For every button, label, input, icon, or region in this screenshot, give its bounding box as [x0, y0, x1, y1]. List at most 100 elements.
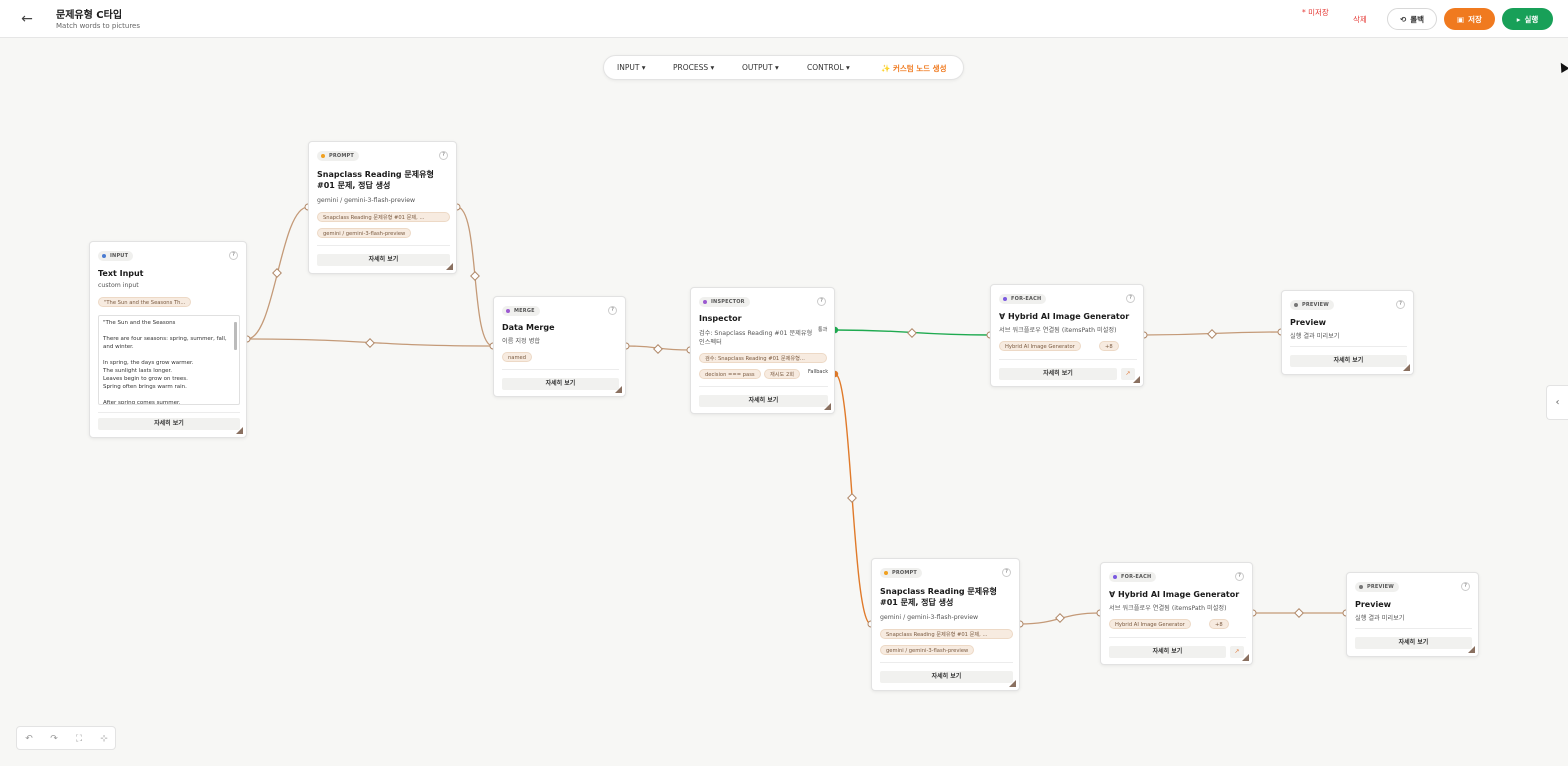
- node-subtitle: 실행 결과 미리보기: [1355, 615, 1405, 622]
- subworkflow-chip: Hybrid AI Image Generator: [1109, 619, 1191, 629]
- mouse-cursor-icon: ▲: [1555, 57, 1568, 75]
- resize-handle-icon[interactable]: [1468, 646, 1475, 653]
- unsaved-indicator: * 미저장: [1302, 8, 1329, 17]
- play-icon: ▸: [1516, 14, 1521, 24]
- node-text-input[interactable]: INPUT ? Text Input custom input "The Sun…: [89, 241, 247, 438]
- edge-diamond: [365, 338, 375, 348]
- view-details-button[interactable]: 자세히 보기: [880, 671, 1013, 683]
- view-details-button[interactable]: 자세히 보기: [1109, 646, 1226, 658]
- view-details-button[interactable]: 자세히 보기: [98, 418, 240, 430]
- resize-handle-icon[interactable]: [1242, 654, 1249, 661]
- view-details-button[interactable]: 자세히 보기: [699, 395, 828, 407]
- redo-icon[interactable]: ↷: [47, 732, 61, 746]
- delete-button[interactable]: 삭제: [1353, 14, 1367, 25]
- resize-handle-icon[interactable]: [615, 386, 622, 393]
- view-details-button[interactable]: 자세히 보기: [317, 254, 450, 266]
- divider: [880, 662, 1013, 663]
- focus-icon[interactable]: ⊹: [97, 732, 111, 746]
- undo-icon[interactable]: ↶: [22, 732, 36, 746]
- help-icon[interactable]: ?: [817, 297, 826, 306]
- node-for-each-1[interactable]: FOR-EACH ? ∀ Hybrid AI Image Generator 서…: [990, 284, 1144, 387]
- toolbar-input-menu[interactable]: INPUT ▾: [617, 63, 646, 72]
- top-bar: ← 문제유형 C타입 Match words to pictures * 미저장…: [0, 0, 1568, 38]
- node-title: ∀ Hybrid AI Image Generator: [999, 312, 1130, 321]
- help-icon[interactable]: ?: [1002, 568, 1011, 577]
- edge-input-merge: [246, 338, 494, 347]
- node-title: Inspector: [699, 314, 742, 323]
- merge-mode-chip: named: [502, 352, 533, 362]
- edge-diamond: [653, 344, 663, 354]
- create-custom-node-button[interactable]: ✨ 커스텀 노드 생성: [881, 63, 946, 74]
- node-for-each-2[interactable]: FOR-EACH ? ∀ Hybrid AI Image Generator 서…: [1100, 562, 1253, 665]
- help-icon[interactable]: ?: [439, 151, 448, 160]
- node-prompt-1[interactable]: PROMPT ? Snapclass Reading 문제유형 #01 문제, …: [308, 141, 457, 274]
- resize-handle-icon[interactable]: [824, 403, 831, 410]
- value-chip: "The Sun and the Seasons Th...: [98, 297, 192, 307]
- toolbar-process-menu[interactable]: PROCESS ▾: [673, 63, 714, 72]
- help-icon[interactable]: ?: [1235, 572, 1244, 581]
- view-details-button[interactable]: 자세히 보기: [1355, 637, 1472, 649]
- help-icon[interactable]: ?: [1396, 300, 1405, 309]
- edge-diamond: [1207, 329, 1217, 339]
- node-subtitle: custom input: [98, 282, 139, 289]
- more-count-chip: +8: [1209, 619, 1229, 629]
- node-type-tag: INPUT: [98, 251, 134, 261]
- help-icon[interactable]: ?: [1126, 294, 1135, 303]
- node-type-tag: INSPECTOR: [699, 297, 750, 307]
- fit-view-icon[interactable]: ⛶: [72, 732, 86, 746]
- divider: [502, 369, 619, 370]
- run-button[interactable]: ▸ 실행: [1502, 8, 1553, 30]
- toolbar-control-menu[interactable]: CONTROL ▾: [807, 63, 850, 72]
- save-button[interactable]: ▣ 저장: [1444, 8, 1495, 30]
- node-title: Snapclass Reading 문제유형 #01 문제, 정답 생성: [317, 170, 434, 190]
- edge-inspector-fallback: [834, 373, 872, 625]
- node-preview-1[interactable]: PREVIEW ? Preview 실행 결과 미리보기 자세히 보기: [1281, 290, 1414, 375]
- edge-diamond: [470, 271, 480, 281]
- scrollbar[interactable]: [233, 316, 238, 404]
- node-subtitle-2: 인스펙터: [699, 339, 722, 346]
- edge-inspector-pass: [834, 329, 991, 336]
- pass-port-label: 통과: [818, 327, 828, 333]
- toolbar-output-menu[interactable]: OUTPUT ▾: [742, 63, 779, 72]
- resize-handle-icon[interactable]: [236, 427, 243, 434]
- node-title: ∀ Hybrid AI Image Generator: [1109, 590, 1240, 599]
- resize-handle-icon[interactable]: [1009, 680, 1016, 687]
- side-panel-toggle-icon[interactable]: ‹: [1546, 385, 1568, 420]
- more-count-chip: +8: [1099, 341, 1119, 351]
- decision-chip: decision === pass: [699, 369, 761, 379]
- node-prompt-2[interactable]: PROMPT ? Snapclass Reading 문제유형 #01 문제, …: [871, 558, 1020, 691]
- node-subtitle: 이름 지정 병합: [502, 338, 541, 345]
- help-icon[interactable]: ?: [1461, 582, 1470, 591]
- node-type-tag: PROMPT: [317, 151, 360, 161]
- node-title: Preview: [1355, 600, 1392, 609]
- node-preview-2[interactable]: PREVIEW ? Preview 실행 결과 미리보기 자세히 보기: [1346, 572, 1479, 657]
- resize-handle-icon[interactable]: [446, 263, 453, 270]
- resize-handle-icon[interactable]: [1403, 364, 1410, 371]
- view-details-button[interactable]: 자세히 보기: [1290, 355, 1407, 367]
- edge-prompt2-foreach2: [1019, 612, 1101, 625]
- help-icon[interactable]: ?: [229, 251, 238, 260]
- resize-handle-icon[interactable]: [1133, 376, 1140, 383]
- divider: [999, 359, 1137, 360]
- fallback-port-label: Fallback: [808, 369, 829, 375]
- help-icon[interactable]: ?: [608, 306, 617, 315]
- edge-diamond: [847, 493, 857, 503]
- node-inspector[interactable]: INSPECTOR ? Inspector 검수: Snapclass Read…: [690, 287, 835, 414]
- back-arrow-icon[interactable]: ←: [18, 10, 36, 28]
- edge-input-prompt1: [246, 206, 309, 340]
- save-label: 저장: [1468, 14, 1482, 24]
- node-type-tag: FOR-EACH: [999, 294, 1047, 304]
- edge-diamond: [907, 328, 917, 338]
- canvas-controls: ↶ ↷ ⛶ ⊹: [16, 726, 116, 750]
- view-details-button[interactable]: 자세히 보기: [502, 378, 619, 390]
- node-subtitle: 서브 워크플로우 연결됨 (itemsPath 미설정): [999, 327, 1117, 334]
- rollback-button[interactable]: ⟲ 롤백: [1387, 8, 1437, 30]
- node-type-tag: PROMPT: [880, 568, 923, 578]
- model-chip: gemini / gemini-3-flash-preview: [317, 228, 412, 238]
- node-subtitle: gemini / gemini-3-flash-preview: [317, 197, 416, 204]
- node-type-tag: PREVIEW: [1355, 582, 1399, 592]
- node-subtitle: 서브 워크플로우 연결됨 (itemsPath 미설정): [1109, 605, 1227, 612]
- view-details-button[interactable]: 자세히 보기: [999, 368, 1117, 380]
- node-data-merge[interactable]: MERGE ? Data Merge 이름 지정 병합 named 자세히 보기: [493, 296, 626, 397]
- text-input-area[interactable]: "The Sun and the Seasons There are four …: [98, 315, 240, 405]
